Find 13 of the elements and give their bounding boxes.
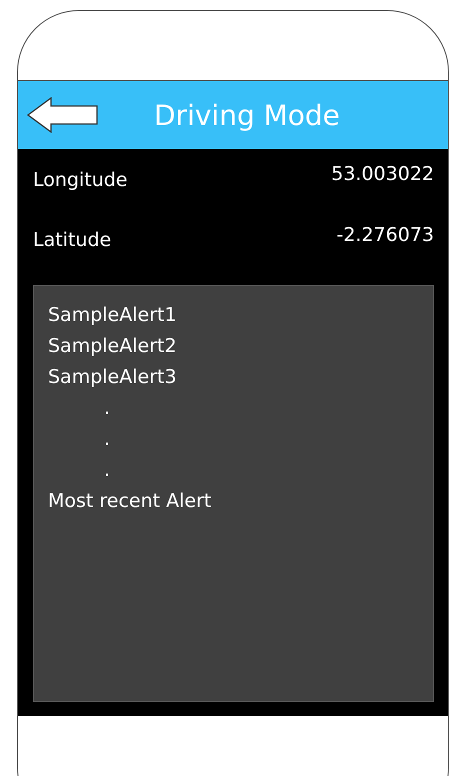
back-arrow-icon[interactable] (27, 97, 99, 133)
ellipsis-dot: . (104, 396, 110, 421)
reading-label: Longitude (33, 169, 128, 191)
reading-value: -2.276073 (336, 224, 434, 246)
alert-text: SampleAlert2 (48, 334, 177, 359)
alert-text: SampleAlert3 (48, 365, 177, 390)
screen-title: Driving Mode (154, 98, 340, 132)
alert-text: SampleAlert1 (48, 303, 177, 328)
ellipsis-dot: . (104, 458, 110, 483)
reading-label: Latitude (33, 229, 112, 251)
ellipsis-dot: . (104, 427, 110, 452)
reading-value: 53.003022 (331, 163, 434, 185)
alert-text: Most recent Alert (48, 489, 212, 514)
